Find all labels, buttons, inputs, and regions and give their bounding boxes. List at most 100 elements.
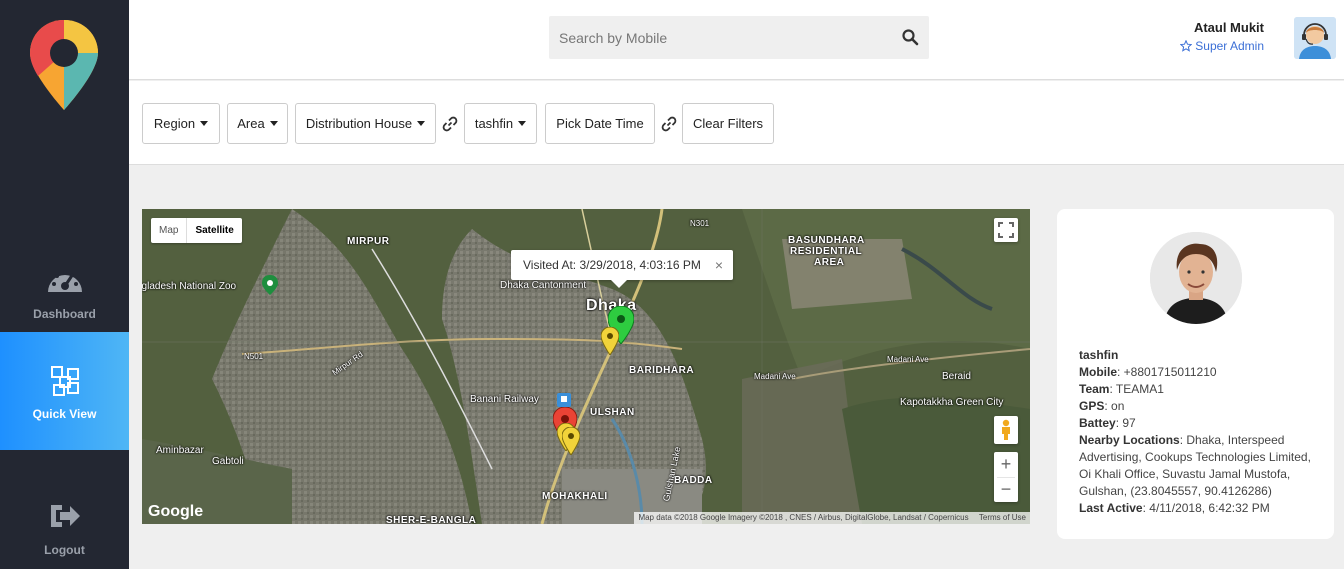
link-icon: [442, 116, 458, 132]
google-logo: Google: [148, 503, 204, 520]
caret-down-icon: [200, 121, 209, 126]
top-header: Ataul Mukit Super Admin: [129, 0, 1344, 80]
map-label-basundhara: BASUNDHARA: [788, 235, 865, 246]
user-role: Super Admin: [1180, 39, 1264, 53]
map-type-map-button[interactable]: Map: [151, 218, 186, 243]
gps-value: on: [1111, 399, 1125, 413]
profile-nearby: Nearby Locations: Dhaka, Interspeed Adve…: [1079, 433, 1311, 498]
map-label-gulshan: ULSHAN: [590, 407, 635, 418]
map-attribution: Map data ©2018 Google Imagery ©2018 , CN…: [634, 512, 1030, 524]
map-label-cantonment: Dhaka Cantonment: [500, 280, 587, 291]
distribution-house-label: Distribution House: [305, 116, 413, 131]
map-view[interactable]: MIRPUR ngladesh National Zoo Dhaka Canto…: [142, 209, 1030, 524]
logo-icon: [30, 20, 98, 110]
distribution-house-dropdown[interactable]: Distribution House: [295, 103, 436, 144]
map-label-area: AREA: [814, 257, 845, 268]
search-icon[interactable]: [901, 28, 919, 46]
caret-down-icon: [269, 121, 278, 126]
last-active-value: 4/11/2018, 6:42:32 PM: [1149, 501, 1270, 515]
star-icon: [1180, 40, 1193, 52]
profile-mobile: Mobile: +8801715011210: [1079, 365, 1217, 379]
map-label-baridhara: BARIDHARA: [629, 365, 695, 376]
area-label: Area: [237, 116, 265, 131]
map-label-zoo: ngladesh National Zoo: [142, 281, 237, 292]
map-label-residential: RESIDENTIAL: [790, 246, 863, 257]
profile-card: tashfin Mobile: +8801715011210 Team: TEA…: [1057, 209, 1334, 539]
clear-filters-label: Clear Filters: [692, 116, 764, 131]
map-label-aminbazar: Aminbazar: [156, 445, 204, 456]
map-label-kapotakkha: Kapotakkha Green City: [900, 397, 1004, 408]
zoo-marker-icon: [262, 275, 278, 295]
profile-battery: Battey: 97: [1079, 416, 1136, 430]
sidebar-label-quick-view: Quick View: [32, 407, 97, 421]
close-icon[interactable]: ×: [715, 250, 723, 280]
avatar[interactable]: [1294, 17, 1336, 59]
sidebar-item-quick-view[interactable]: Quick View: [0, 332, 129, 450]
area-dropdown[interactable]: Area: [227, 103, 288, 144]
street-view-pegman[interactable]: [994, 416, 1018, 444]
search-input[interactable]: [549, 16, 889, 59]
map-label-mirpur: MIRPUR: [347, 236, 390, 247]
map-type-satellite-button[interactable]: Satellite: [186, 218, 241, 243]
map-label-mohakhali: MOHAKHALI: [542, 491, 608, 502]
sidebar-label-logout: Logout: [44, 543, 85, 557]
battery-label: Battey: [1079, 416, 1116, 430]
nearby-label: Nearby Locations: [1079, 433, 1180, 447]
pick-date-time-button[interactable]: Pick Date Time: [545, 103, 655, 144]
speedometer-icon: [46, 261, 84, 299]
zoom-control: + −: [994, 452, 1018, 502]
profile-name: tashfin: [1079, 348, 1119, 362]
sign-out-icon: [46, 497, 84, 535]
map-label-n301: N301: [690, 219, 710, 228]
user-name: Ataul Mukit: [1193, 20, 1264, 35]
link-icon: [661, 116, 677, 132]
profile-team: Team: TEAMA1: [1079, 382, 1164, 396]
region-dropdown[interactable]: Region: [142, 103, 220, 144]
region-label: Region: [153, 116, 196, 131]
map-label-sher-e-bangla: SHER-E-BANGLA: [386, 515, 477, 524]
map-label-badda: BADDA: [674, 475, 713, 486]
profile-gps: GPS: on: [1079, 399, 1125, 413]
caret-down-icon: [417, 121, 426, 126]
user-dropdown[interactable]: tashfin: [464, 103, 537, 144]
profile-photo: [1150, 232, 1242, 324]
zoom-out-button[interactable]: −: [997, 477, 1015, 502]
gps-label: GPS: [1079, 399, 1105, 413]
fullscreen-icon: [998, 222, 1014, 238]
sidebar-item-logout[interactable]: Logout: [0, 468, 129, 569]
user-info[interactable]: Ataul Mukit Super Admin: [1180, 20, 1264, 53]
mobile-label: Mobile: [1079, 365, 1117, 379]
railway-station-icon: [557, 393, 571, 407]
filter-bar: Region Area Distribution House tashfin P…: [129, 81, 1344, 165]
pegman-icon: [1002, 419, 1010, 440]
mobile-value: +8801715011210: [1123, 365, 1217, 379]
sidebar-label-dashboard: Dashboard: [33, 307, 96, 321]
search-box: [549, 16, 929, 59]
info-window-text: Visited At: 3/29/2018, 4:03:16 PM: [523, 258, 701, 272]
map-label-n501: N501: [244, 352, 264, 361]
map-label-beraid: Beraid: [942, 371, 971, 382]
zoom-in-button[interactable]: +: [1001, 452, 1012, 477]
info-window: Visited At: 3/29/2018, 4:03:16 PM ×: [511, 250, 733, 288]
profile-details: tashfin Mobile: +8801715011210 Team: TEA…: [1079, 347, 1319, 517]
map-label-madani-ave-2: Madani Ave: [754, 372, 796, 381]
user-filter-label: tashfin: [474, 116, 514, 131]
map-marker-yellow[interactable]: [601, 327, 619, 355]
terms-of-use-link[interactable]: Terms of Use: [979, 513, 1026, 522]
map-label-madani-ave: Madani Ave: [887, 355, 929, 364]
map-label-banani-railway: Banani Railway: [470, 394, 539, 405]
pick-date-label: Pick Date Time: [556, 116, 644, 131]
battery-value: 97: [1122, 416, 1136, 430]
team-label: Team: [1079, 382, 1110, 396]
last-active-label: Last Active: [1079, 501, 1143, 515]
fullscreen-button[interactable]: [994, 218, 1018, 242]
user-role-text: Super Admin: [1195, 39, 1264, 53]
map-label-gabtoli: Gabtoli: [212, 456, 244, 467]
cubes-icon: [46, 361, 84, 399]
clear-filters-button[interactable]: Clear Filters: [682, 103, 774, 144]
profile-last-active: Last Active: 4/11/2018, 6:42:32 PM: [1079, 501, 1270, 515]
map-type-control: Map Satellite: [151, 218, 242, 243]
attribution-text: Map data ©2018 Google Imagery ©2018 , CN…: [638, 513, 969, 522]
team-value: TEAMA1: [1115, 382, 1164, 396]
map-marker-yellow[interactable]: [562, 427, 580, 455]
